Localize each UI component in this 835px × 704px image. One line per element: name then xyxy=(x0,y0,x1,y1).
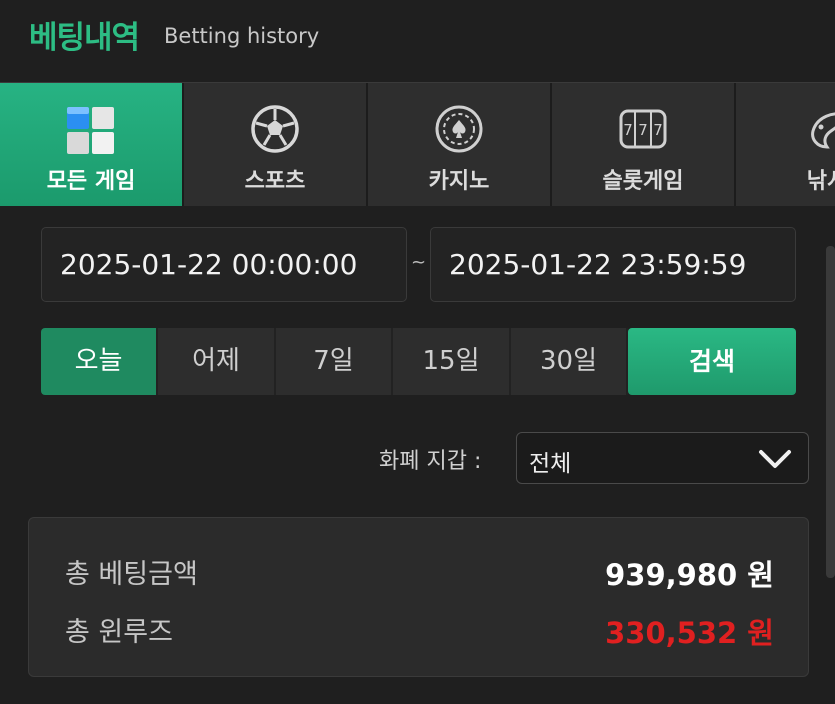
tab-sports[interactable]: 스포츠 xyxy=(184,83,368,206)
tab-casino[interactable]: 카지노 xyxy=(368,83,552,206)
scrollbar[interactable] xyxy=(826,246,835,578)
fish-icon xyxy=(811,112,835,149)
tab-fishing[interactable]: 낚시 xyxy=(736,83,835,206)
chevron-down-icon xyxy=(759,450,791,468)
page-title: 베팅내역 xyxy=(29,20,140,56)
end-date-input[interactable]: 2025-01-22 23:59:59 xyxy=(430,227,796,302)
date-range-separator: ~ xyxy=(411,252,427,273)
tab-label: 모든 게임 xyxy=(46,169,136,194)
page-subtitle: Betting history xyxy=(164,24,320,48)
page-header: 베팅내역 Betting history xyxy=(0,0,835,82)
tab-label: 스포츠 xyxy=(244,169,306,194)
currency-wallet-label: 화폐 지갑 : xyxy=(379,449,482,474)
total-winloss-label: 총 윈루즈 xyxy=(65,617,173,648)
total-bet-label: 총 베팅금액 xyxy=(65,559,198,590)
svg-text:7: 7 xyxy=(653,121,663,139)
total-winloss-value: 330,532 원 xyxy=(605,616,774,650)
tab-all-games[interactable]: 모든 게임 xyxy=(0,83,184,206)
betting-summary-panel: 총 베팅금액 939,980 원 총 윈루즈 330,532 원 xyxy=(28,517,809,677)
start-date-input[interactable]: 2025-01-22 00:00:00 xyxy=(41,227,407,302)
svg-text:7: 7 xyxy=(623,121,633,139)
currency-selected-value: 전체 xyxy=(529,451,572,477)
svg-text:7: 7 xyxy=(638,121,648,139)
betting-history-page: 베팅내역 Betting history 모든 게임 스포츠 카지노 7 7 7… xyxy=(0,0,835,704)
tab-slot-games[interactable]: 7 7 7 슬롯게임 xyxy=(552,83,736,206)
slot-machine-icon: 7 7 7 xyxy=(619,109,667,149)
cube-grid-icon xyxy=(67,107,114,154)
15-days-button[interactable]: 15일 xyxy=(393,328,511,395)
today-button[interactable]: 오늘 xyxy=(41,328,158,395)
casino-chip-icon xyxy=(435,105,483,153)
currency-wallet-select[interactable]: 전체 xyxy=(516,432,809,484)
tab-label: 카지노 xyxy=(428,169,490,194)
tab-label: 낚시 xyxy=(806,169,835,194)
7-days-button[interactable]: 7일 xyxy=(276,328,393,395)
game-category-tabs: 모든 게임 스포츠 카지노 7 7 7 슬롯게임 낚 xyxy=(0,82,835,206)
30-days-button[interactable]: 30일 xyxy=(511,328,628,395)
soccer-ball-icon xyxy=(251,105,299,153)
yesterday-button[interactable]: 어제 xyxy=(158,328,276,395)
total-bet-value: 939,980 원 xyxy=(605,558,774,592)
tab-label: 슬롯게임 xyxy=(602,169,684,194)
search-button[interactable]: 검색 xyxy=(628,328,796,395)
